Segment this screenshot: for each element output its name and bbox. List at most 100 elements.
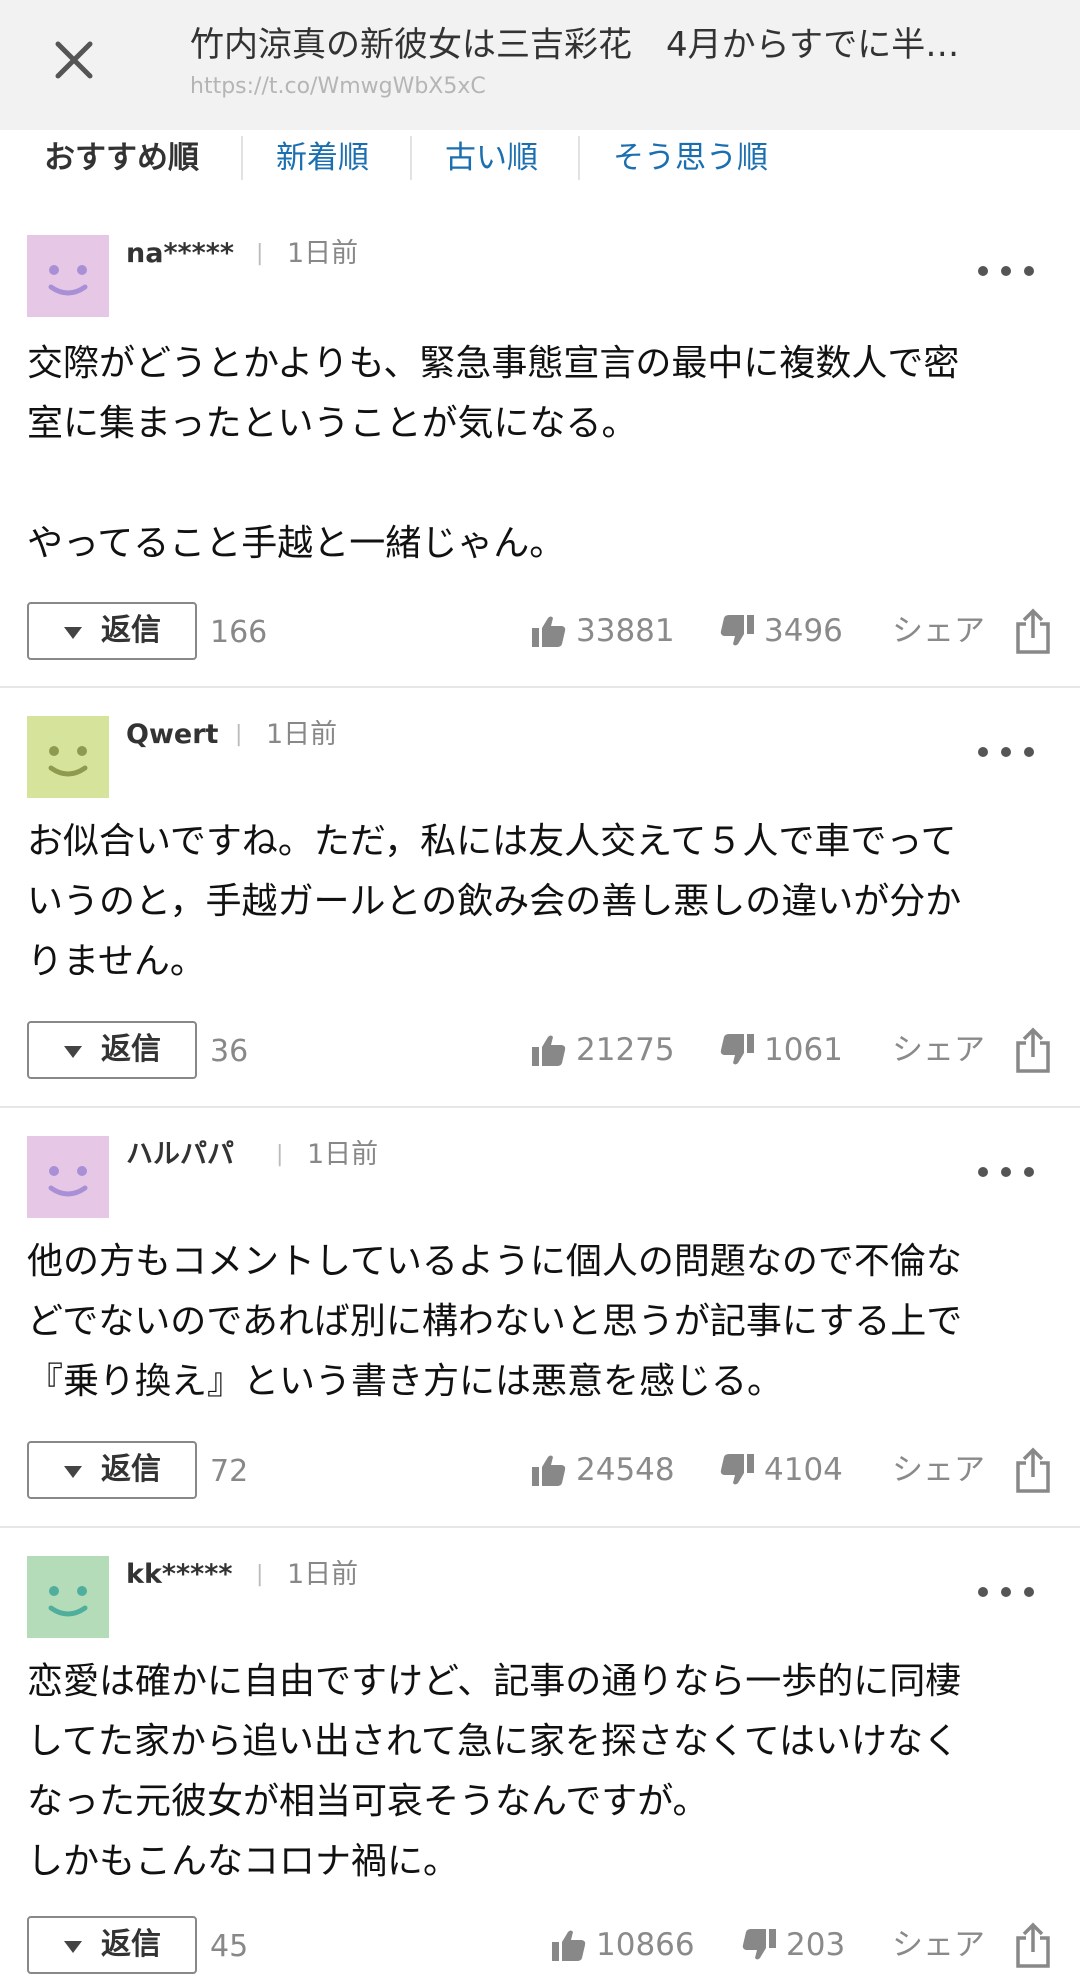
thumbs-down-icon — [720, 1454, 754, 1485]
share-button[interactable]: シェア — [892, 1441, 1052, 1499]
meta-divider: | — [235, 722, 243, 747]
article-header: 竹内涼真の新彼女は三吉彩花 4月からすでに半… https://t.co/Wmw… — [0, 0, 1080, 130]
caret-down-icon — [64, 627, 82, 639]
avatar — [27, 235, 109, 317]
comment-item: na***** | 1日前 交際がどうとかよりも、緊急事態宣言の最中に複数人で密… — [0, 186, 1080, 688]
article-url[interactable]: https://t.co/WmwgWbX5xC — [190, 72, 486, 102]
like-button[interactable]: 10866 — [552, 1916, 702, 1974]
share-icon — [1016, 1922, 1050, 1968]
comment-item: Qwert | 1日前 お似合いですね。ただ，私には友人交えて５人で車でって い… — [0, 688, 1080, 1108]
article-title: 竹内涼真の新彼女は三吉彩花 4月からすでに半… — [190, 25, 960, 65]
comment-username[interactable]: Qwert — [126, 717, 218, 753]
share-label: シェア — [892, 613, 985, 649]
thumbs-up-icon — [532, 1035, 566, 1066]
reply-button[interactable]: 返信 — [27, 1021, 197, 1079]
thumbs-up-icon — [532, 1455, 566, 1486]
caret-down-icon — [64, 1046, 82, 1058]
share-button[interactable]: シェア — [892, 602, 1052, 660]
comment-item: kk***** | 1日前 恋愛は確かに自由ですけど、記事の通りなら一歩的に同棲… — [0, 1528, 1080, 1988]
thumbs-up-icon — [532, 616, 566, 647]
comment-time: 1日前 — [307, 1139, 379, 1170]
reply-count: 166 — [210, 615, 268, 650]
dot-icon — [978, 747, 988, 757]
more-options-button[interactable] — [978, 1162, 1034, 1182]
meta-divider: | — [256, 241, 264, 266]
avatar — [27, 1556, 109, 1638]
like-count: 10866 — [596, 1927, 695, 1963]
like-count: 33881 — [576, 613, 675, 649]
like-button[interactable]: 33881 — [532, 602, 682, 660]
dot-icon — [1024, 1167, 1034, 1177]
like-button[interactable]: 24548 — [532, 1441, 682, 1499]
dot-icon — [1024, 1587, 1034, 1597]
caret-down-icon — [64, 1941, 82, 1953]
thumbs-up-icon — [552, 1930, 586, 1961]
share-button[interactable]: シェア — [892, 1916, 1052, 1974]
share-label: シェア — [892, 1452, 985, 1488]
dot-icon — [978, 1167, 988, 1177]
comment-item: ハルパパ | 1日前 他の方もコメントしているように個人の問題なので不倫な どで… — [0, 1108, 1080, 1528]
comment-time: 1日前 — [287, 238, 359, 269]
dot-icon — [1024, 747, 1034, 757]
meta-divider: | — [276, 1142, 284, 1167]
dislike-button[interactable]: 4104 — [720, 1441, 860, 1499]
close-button[interactable] — [44, 30, 104, 90]
reply-label: 返信 — [101, 1032, 161, 1067]
close-icon — [55, 41, 93, 79]
sort-tabs: おすすめ順 新着順 古い順 そう思う順 — [0, 130, 1080, 186]
like-count: 24548 — [576, 1452, 675, 1488]
comment-body: 恋愛は確かに自由ですけど、記事の通りなら一歩的に同棲 してた家から追い出されて急… — [27, 1661, 962, 1882]
dislike-button[interactable]: 1061 — [720, 1021, 860, 1079]
dot-icon — [1001, 747, 1011, 757]
comment-username[interactable]: na***** — [126, 236, 234, 272]
tab-newest[interactable]: 新着順 — [276, 130, 369, 186]
dot-icon — [1001, 1587, 1011, 1597]
share-label: シェア — [892, 1927, 985, 1963]
thumbs-down-icon — [720, 615, 754, 646]
caret-down-icon — [64, 1466, 82, 1478]
comment-body: 交際がどうとかよりも、緊急事態宣言の最中に複数人で密 室に集まったということが気… — [27, 343, 960, 564]
like-button[interactable]: 21275 — [532, 1021, 682, 1079]
share-icon — [1016, 608, 1050, 654]
dot-icon — [978, 1587, 988, 1597]
dislike-count: 203 — [786, 1927, 846, 1963]
dot-icon — [1001, 1167, 1011, 1177]
reply-count: 72 — [210, 1454, 249, 1489]
dot-icon — [1024, 266, 1034, 276]
tab-divider — [410, 136, 412, 180]
comment-time: 1日前 — [266, 719, 338, 750]
dot-icon — [1001, 266, 1011, 276]
reply-button[interactable]: 返信 — [27, 1916, 197, 1974]
reply-button[interactable]: 返信 — [27, 1441, 197, 1499]
dislike-button[interactable]: 203 — [742, 1916, 862, 1974]
dot-icon — [978, 266, 988, 276]
more-options-button[interactable] — [978, 261, 1034, 281]
reply-count: 45 — [210, 1929, 249, 1964]
tab-oldest[interactable]: 古い順 — [445, 130, 538, 186]
tab-recommended[interactable]: おすすめ順 — [44, 130, 199, 186]
comment-body: 他の方もコメントしているように個人の問題なので不倫な どでないのであれば別に構わ… — [27, 1241, 963, 1402]
tab-divider — [578, 136, 580, 180]
tab-divider — [241, 136, 243, 180]
reply-button[interactable]: 返信 — [27, 602, 197, 660]
more-options-button[interactable] — [978, 1582, 1034, 1602]
like-count: 21275 — [576, 1032, 675, 1068]
dislike-button[interactable]: 3496 — [720, 602, 860, 660]
share-button[interactable]: シェア — [892, 1021, 1052, 1079]
comment-username[interactable]: ハルパパ — [126, 1137, 234, 1173]
reply-label: 返信 — [101, 1927, 161, 1962]
meta-divider: | — [256, 1562, 264, 1587]
more-options-button[interactable] — [978, 742, 1034, 762]
reply-label: 返信 — [101, 613, 161, 648]
reply-label: 返信 — [101, 1452, 161, 1487]
share-icon — [1016, 1447, 1050, 1493]
dislike-count: 1061 — [764, 1032, 843, 1068]
share-label: シェア — [892, 1032, 985, 1068]
share-icon — [1016, 1027, 1050, 1073]
thumbs-down-icon — [720, 1034, 754, 1065]
tab-agree[interactable]: そう思う順 — [613, 130, 768, 186]
comment-time: 1日前 — [287, 1559, 359, 1590]
comment-username[interactable]: kk***** — [126, 1557, 233, 1593]
reply-count: 36 — [210, 1034, 249, 1069]
comment-list: na***** | 1日前 交際がどうとかよりも、緊急事態宣言の最中に複数人で密… — [0, 186, 1080, 1988]
